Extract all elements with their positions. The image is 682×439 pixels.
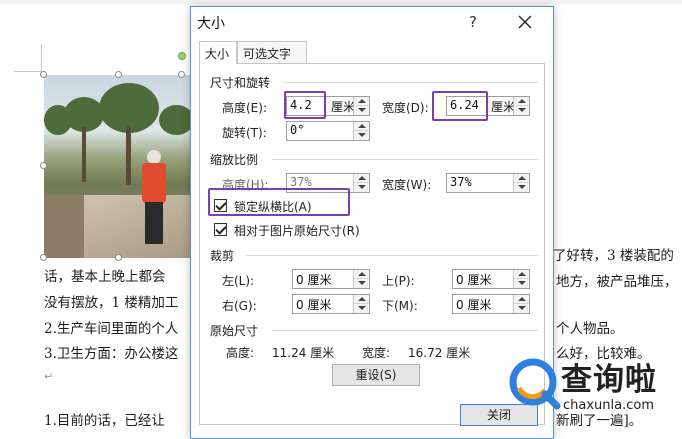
doc-line: 2.生产车间里面的个人 — [44, 321, 179, 337]
watermark-logo: 查询啦 chaxunla.com — [495, 352, 682, 422]
ruler — [0, 0, 682, 4]
original-height-value: 11.24 厘米 — [272, 346, 335, 360]
reset-button[interactable]: 重设(S) — [332, 364, 420, 386]
crop-top-value: 0 厘米 — [456, 273, 492, 287]
width-label: 宽度(D): — [382, 101, 429, 115]
doc-line: 没有摆放，1 楼精加工 — [44, 295, 179, 311]
rotate-label: 旋转(T): — [222, 126, 267, 140]
crop-bottom-down-arrow[interactable] — [514, 304, 529, 313]
width-down-arrow[interactable] — [514, 106, 529, 115]
crop-right-up-arrow[interactable] — [354, 295, 369, 304]
height-unit: 厘米 — [331, 100, 356, 114]
section-crop: 裁剪 — [210, 249, 235, 263]
doc-line: 了好转，3 楼装配的 — [553, 248, 674, 264]
doc-line: 地方，被产品堆压， — [556, 274, 678, 290]
height-up-arrow[interactable] — [354, 97, 369, 106]
crop-right-spinner[interactable]: 0 厘米 — [292, 294, 370, 314]
scale-width-label: 宽度(W): — [382, 178, 432, 192]
crop-right-label: 右(G): — [222, 299, 257, 313]
paragraph-mark: ↵ — [44, 370, 54, 383]
highlight-lock-aspect — [208, 188, 350, 216]
section-size-rotate: 尺寸和旋转 — [210, 76, 271, 90]
height-label: 高度(E): — [222, 101, 267, 115]
resize-handle-top-mid[interactable] — [115, 71, 122, 78]
scale-height-up-arrow[interactable] — [354, 174, 369, 183]
scale-height-value: 37% — [290, 175, 312, 189]
resize-handle-bottom-left[interactable] — [40, 254, 47, 261]
highlight-height — [284, 91, 326, 119]
close-icon[interactable] — [513, 10, 537, 34]
rotate-down-arrow[interactable] — [354, 131, 369, 140]
scale-height-down-arrow[interactable] — [354, 183, 369, 192]
original-height-label: 高度: — [226, 346, 255, 360]
highlight-width — [432, 91, 488, 121]
resize-handle-mid-left[interactable] — [40, 162, 47, 169]
tab-alt-text[interactable]: 可选文字 — [237, 41, 307, 63]
tab-size[interactable]: 大小 — [199, 41, 237, 64]
crop-right-down-arrow[interactable] — [354, 304, 369, 313]
doc-line: 1.目前的话，已经让 — [44, 413, 165, 429]
crop-bottom-value: 0 厘米 — [456, 298, 492, 312]
watermark-text-en: chaxunla.com — [563, 398, 654, 413]
help-button[interactable]: ? — [463, 11, 483, 33]
height-down-arrow[interactable] — [354, 106, 369, 115]
crop-left-spinner[interactable]: 0 厘米 — [292, 269, 370, 289]
doc-line: 3.卫生方面：办公楼这 — [44, 346, 179, 362]
resize-handle-top-right[interactable] — [178, 71, 185, 78]
crop-right-value: 0 厘米 — [296, 298, 332, 312]
selected-image[interactable] — [44, 75, 194, 258]
crop-bottom-label: 下(M): — [382, 299, 418, 313]
relative-original-checkbox[interactable] — [214, 223, 227, 236]
magnifier-logo-icon — [509, 358, 561, 410]
crop-top-spinner[interactable]: 0 厘米 — [452, 269, 530, 289]
scale-width-up-arrow[interactable] — [514, 174, 529, 183]
dialog-titlebar[interactable]: 大小 ? — [191, 7, 553, 37]
crop-left-label: 左(L): — [222, 274, 255, 288]
original-width-label: 宽度: — [362, 346, 391, 360]
doc-line: 话，基本上晚上都会 — [44, 269, 166, 285]
section-original-size: 原始尺寸 — [210, 324, 259, 338]
crop-left-value: 0 厘米 — [296, 273, 332, 287]
crop-left-down-arrow[interactable] — [354, 279, 369, 288]
crop-bottom-spinner[interactable]: 0 厘米 — [452, 294, 530, 314]
size-tab-panel: 尺寸和旋转 高度(E): 4.2 厘米 宽度(D): 6.24 厘米 旋转(T)… — [199, 63, 545, 426]
resize-handle-top-left[interactable] — [40, 71, 47, 78]
rotate-up-arrow[interactable] — [354, 122, 369, 131]
rotate-spinner[interactable]: 0° — [286, 121, 370, 141]
width-up-arrow[interactable] — [514, 97, 529, 106]
original-width-value: 16.72 厘米 — [408, 346, 471, 360]
crop-top-label: 上(P): — [382, 274, 415, 288]
crop-top-up-arrow[interactable] — [514, 270, 529, 279]
watermark-text-cn: 查询啦 — [561, 362, 657, 398]
crop-left-up-arrow[interactable] — [354, 270, 369, 279]
rotation-handle[interactable] — [178, 52, 186, 60]
scale-width-down-arrow[interactable] — [514, 183, 529, 192]
section-scale: 缩放比例 — [210, 153, 259, 167]
scale-width-spinner[interactable]: 37% — [446, 173, 530, 193]
width-unit: 厘米 — [491, 100, 516, 114]
relative-original-label[interactable]: 相对于图片原始尺寸(R) — [234, 222, 360, 239]
scale-width-value: 37% — [450, 175, 472, 189]
resize-handle-bottom-mid[interactable] — [115, 254, 122, 261]
crop-top-down-arrow[interactable] — [514, 279, 529, 288]
crop-bottom-up-arrow[interactable] — [514, 295, 529, 304]
rotate-value: 0° — [290, 123, 305, 137]
margin-corner-mark — [14, 44, 42, 72]
doc-line: 个人物品。 — [556, 321, 624, 337]
dialog-title: 大小 — [197, 16, 225, 32]
